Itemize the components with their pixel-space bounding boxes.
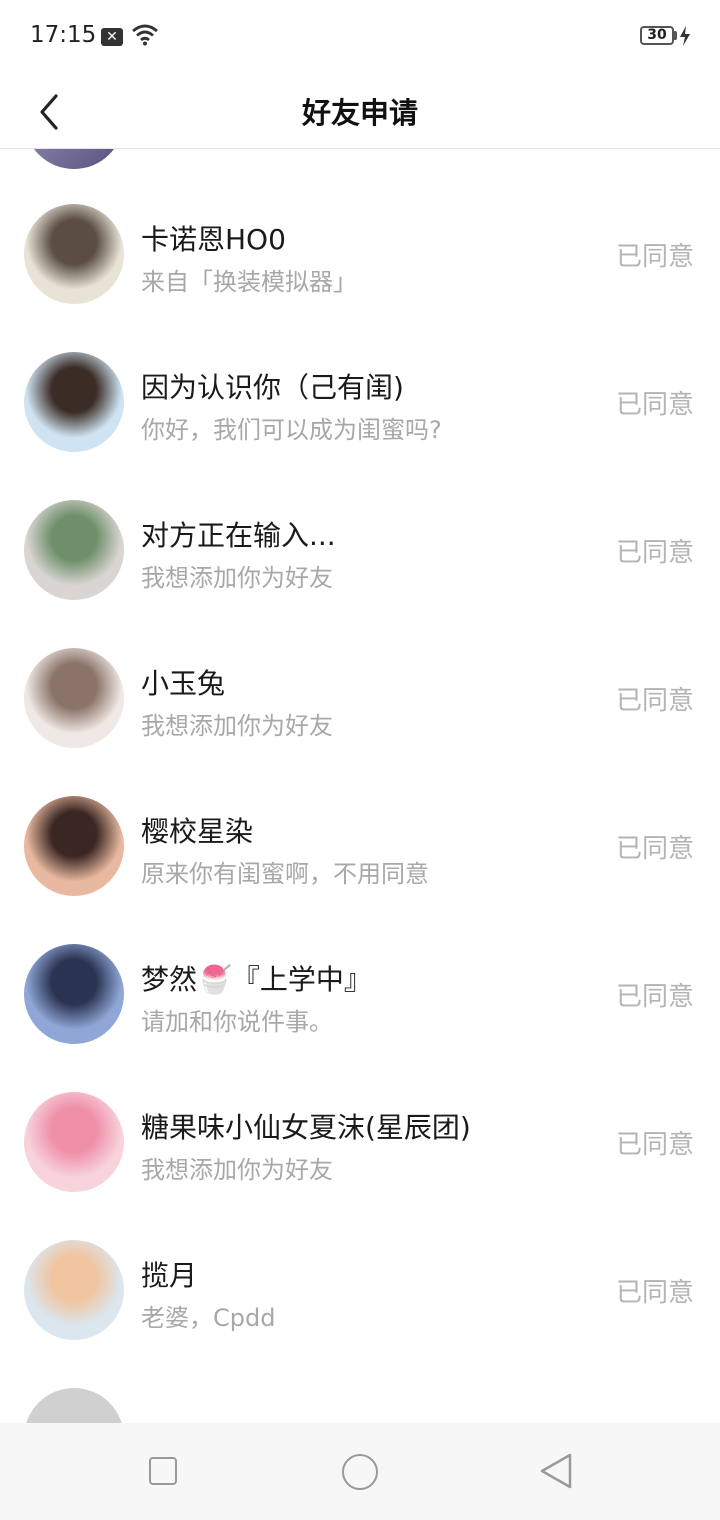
request-status: 已同意	[615, 390, 694, 420]
friend-request-item[interactable]: 樱校星染原来你有闺蜜啊，不用同意 已同意	[0, 772, 720, 920]
requester-name: 揽月	[141, 1259, 198, 1292]
request-message: 原来你有闺蜜啊，不用同意	[141, 860, 429, 888]
requester-name: 梦然🍧『上学中』	[141, 963, 372, 996]
recents-button[interactable]	[149, 1457, 177, 1485]
friend-request-item[interactable]: 梦然🍧『上学中』请加和你说件事。 已同意	[0, 920, 720, 1068]
request-status: 已同意	[615, 834, 694, 864]
home-button[interactable]	[342, 1454, 378, 1490]
request-message: 我想添加你为好友	[141, 1156, 333, 1184]
request-message: 我想添加你为好友	[141, 712, 333, 740]
header: 好友申请	[0, 72, 720, 149]
avatar[interactable]	[24, 1240, 124, 1340]
avatar[interactable]	[24, 944, 124, 1044]
request-message: 请加和你说件事。	[141, 1008, 333, 1036]
avatar[interactable]	[24, 149, 124, 169]
friend-request-item[interactable]: 糖果味小仙女夏沫(星辰团) 我想添加你为好友 已同意	[0, 1068, 720, 1216]
friend-request-item[interactable]: 小玉兔我想添加你为好友 已同意	[0, 624, 720, 772]
request-status: 已同意	[615, 1278, 694, 1308]
avatar[interactable]	[24, 1092, 124, 1192]
requester-name: 糖果味小仙女夏沫(星辰团)	[141, 1111, 471, 1144]
request-status: 已同意	[615, 982, 694, 1012]
friend-request-item[interactable]: 对方正在输入... 我想添加你为好友 已同意	[0, 476, 720, 624]
request-status: 已同意	[615, 1130, 694, 1160]
status-bar: 17:15 ✕ 30	[0, 0, 720, 72]
requester-name: 对方正在输入...	[141, 519, 336, 552]
requester-name: 卡诺恩HO0	[141, 223, 286, 256]
page-title: 好友申请	[301, 96, 418, 130]
friend-request-list[interactable]: 卡诺恩HO0 来自「换装模拟器」 已同意 因为认识你（己有闺) 你好，我们可以成为闺蜜吗…	[0, 149, 720, 1423]
avatar[interactable]	[24, 352, 124, 452]
request-status: 已同意	[615, 242, 694, 272]
request-message: 你好，我们可以成为闺蜜吗?	[141, 416, 442, 444]
request-message: 我想添加你为好友	[141, 564, 333, 592]
request-message: 老婆，Cpdd	[141, 1304, 276, 1332]
battery-icon: 30	[640, 26, 674, 45]
request-status: 已同意	[615, 538, 694, 568]
avatar[interactable]	[24, 204, 124, 304]
nav-back-button[interactable]	[538, 1452, 574, 1490]
friend-request-item[interactable]: 揽月老婆，Cpdd 已同意	[0, 1216, 720, 1364]
requester-name: 因为认识你（己有闺)	[141, 371, 404, 404]
requester-name: 小玉兔	[141, 667, 226, 700]
request-message: 来自「换装模拟器」	[141, 268, 357, 296]
friend-request-item[interactable]: 因为认识你（己有闺) 你好，我们可以成为闺蜜吗? 已同意	[0, 328, 720, 476]
friend-request-item[interactable]: 卡诺恩HO0 来自「换装模拟器」 已同意	[0, 180, 720, 328]
charging-icon	[680, 26, 690, 46]
navigation-bar	[0, 1423, 720, 1520]
request-status: 已同意	[615, 686, 694, 716]
avatar[interactable]	[24, 500, 124, 600]
requester-name: 樱校星染	[141, 815, 254, 848]
status-time: 17:15	[30, 22, 97, 48]
avatar[interactable]	[24, 648, 124, 748]
battery-cap	[674, 31, 677, 40]
battery-level: 30	[647, 27, 667, 43]
notification-close-icon: ✕	[101, 28, 123, 46]
avatar[interactable]	[24, 796, 124, 896]
wifi-icon	[132, 24, 158, 46]
avatar[interactable]	[24, 1388, 124, 1423]
